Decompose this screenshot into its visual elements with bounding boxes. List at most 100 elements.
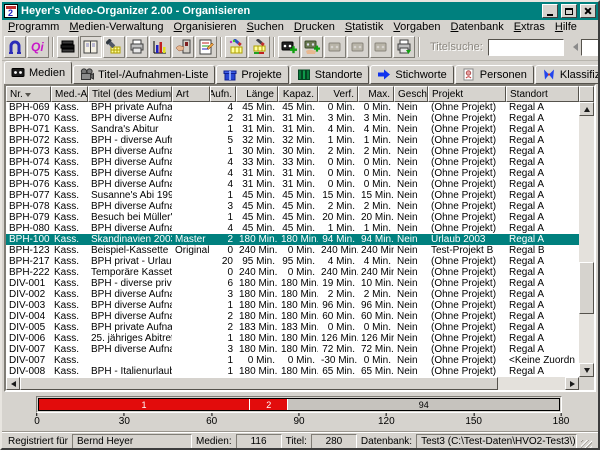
table-row-div-005[interactable]: DIV-005Kass.BPH private Aufnahme...2183 …	[6, 322, 579, 333]
new-medium-button[interactable]	[278, 36, 300, 58]
tab-stichworte[interactable]: Stichworte	[370, 65, 453, 84]
cell-gesch: Nein	[394, 179, 428, 190]
table-row-bph-222[interactable]: BPH-222Kass.Temporäre Kassette - ...0240…	[6, 267, 579, 278]
column-header-standort[interactable]: Standort	[506, 86, 579, 102]
menu-suchen[interactable]: Suchen	[242, 21, 289, 33]
table-row-div-007[interactable]: DIV-007Kass.BPH diverse Aufnahme...3180 …	[6, 344, 579, 355]
new-title-button[interactable]	[301, 36, 323, 58]
cell-nr: DIV-006	[6, 333, 51, 344]
table-row-bph-071[interactable]: BPH-071Kass.Sandra's Abitur131 Min.31 Mi…	[6, 124, 579, 135]
print-list-button[interactable]	[393, 36, 415, 58]
table-row-bph-100[interactable]: BPH-100Kass.Skandinavien 2003Master2180 …	[6, 234, 579, 245]
search-button[interactable]	[103, 36, 125, 58]
maximize-icon	[565, 8, 573, 15]
close-button[interactable]	[580, 4, 596, 18]
quick-info-button[interactable]: Qi	[27, 36, 49, 58]
media-management-button[interactable]	[57, 36, 79, 58]
resize-grip[interactable]	[581, 440, 592, 450]
column-header-projekt[interactable]: Projekt	[428, 86, 506, 102]
column-header-kapaz[interactable]: Kapaz.	[278, 86, 318, 102]
vertical-scroll-thumb[interactable]	[579, 262, 594, 314]
spinner-input[interactable]	[581, 39, 600, 56]
scroll-up-button[interactable]	[579, 102, 594, 116]
exit-program-button[interactable]	[4, 36, 26, 58]
vertical-scrollbar[interactable]	[579, 102, 594, 377]
minimize-button[interactable]	[542, 4, 558, 18]
tab-standorte[interactable]: Standorte	[290, 65, 370, 84]
cell-nr: BPH-072	[6, 135, 51, 146]
menu-medien-verwaltung[interactable]: Medien-Verwaltung	[64, 21, 168, 33]
table-row-bph-072[interactable]: BPH-072Kass.BPH - diverse Aufnahm...532 …	[6, 135, 579, 146]
column-header-aufn[interactable]: Aufn.	[210, 86, 236, 102]
cell-aufn: 3	[210, 344, 236, 355]
tab-klassifizierungen[interactable]: Klassifizierungen	[535, 65, 600, 84]
column-header-titel-des-mediums[interactable]: Titel (des Mediums)	[88, 86, 172, 102]
cell-med-art: Kass.	[51, 311, 88, 322]
scroll-right-button[interactable]	[565, 377, 579, 390]
column-header-länge[interactable]: Länge	[236, 86, 278, 102]
horizontal-scroll-thumb[interactable]	[20, 377, 498, 390]
table-row-bph-075[interactable]: BPH-075Kass.BPH diverse Aufnahme...431 M…	[6, 168, 579, 179]
table-row-bph-080[interactable]: BPH-080Kass.BPH diverse Aufnahme...445 M…	[6, 223, 579, 234]
table-row-bph-073[interactable]: BPH-073Kass.BPH diverse Aufnahme...130 M…	[6, 146, 579, 157]
spinner-left-icon[interactable]	[573, 43, 578, 51]
cell-aufn: 1	[210, 190, 236, 201]
cell-titel-des-mediums: BPH diverse Aufnahme...	[88, 168, 172, 179]
cell-nr: BPH-077	[6, 190, 51, 201]
cell-projekt: (Ohne Projekt)	[428, 256, 506, 267]
menu-statistik[interactable]: Statistik	[340, 21, 389, 33]
scroll-down-button[interactable]	[579, 363, 594, 377]
table-row-bph-123[interactable]: BPH-123Kass.Beispiel-KassetteOriginal024…	[6, 245, 579, 256]
tab-medien[interactable]: Medien	[4, 61, 72, 84]
table-row-bph-074[interactable]: BPH-074Kass.BPH diverse Aufnahme...433 M…	[6, 157, 579, 168]
column-header-max[interactable]: Max.	[358, 86, 394, 102]
menu-programm[interactable]: Programm	[3, 21, 64, 33]
cell-aufn: 1	[210, 366, 236, 377]
menu-hilfe[interactable]: Hilfe	[550, 21, 582, 33]
column-header-med-art[interactable]: Med.-Art	[51, 86, 88, 102]
table-row-bph-217[interactable]: BPH-217Kass.BPH privat - Urlaub Kro...20…	[6, 256, 579, 267]
cell-max: 96 Min.	[358, 300, 394, 311]
print-button[interactable]	[126, 36, 148, 58]
table-row-bph-070[interactable]: BPH-070Kass.BPH diverse Aufnahme...231 M…	[6, 113, 579, 124]
menu-organisieren[interactable]: Organisieren	[169, 21, 242, 33]
table-row-bph-078[interactable]: BPH-078Kass.BPH diverse Aufnahme...345 M…	[6, 201, 579, 212]
column-header-gesch[interactable]: Gesch...	[394, 86, 428, 102]
menu-drucken[interactable]: Drucken	[289, 21, 340, 33]
table-row-div-001[interactable]: DIV-001Kass.BPH - diverse private A...61…	[6, 278, 579, 289]
column-header-verf[interactable]: Verf.	[318, 86, 358, 102]
organize-button[interactable]	[80, 36, 102, 58]
table-row-div-008[interactable]: DIV-008Kass.BPH - Italienurlaub am ...11…	[6, 366, 579, 377]
table-row-div-003[interactable]: DIV-003Kass.BPH diverse Aufnahmen1180 Mi…	[6, 300, 579, 311]
table-row-div-006[interactable]: DIV-006Kass.25. jähriges Abitreffen i...…	[6, 333, 579, 344]
titelsuche-input[interactable]	[488, 39, 564, 56]
maximize-button[interactable]	[561, 4, 577, 18]
table-row-bph-076[interactable]: BPH-076Kass.BPH diverse Aufnahme...431 M…	[6, 179, 579, 190]
tab-personen[interactable]: Personen	[455, 65, 534, 84]
menu-vorgaben[interactable]: Vorgaben	[388, 21, 445, 33]
cell-art	[172, 124, 210, 135]
edit-medium-alt-button[interactable]	[248, 36, 270, 58]
horizontal-scrollbar[interactable]	[6, 377, 579, 390]
cell-verf: 240 Min.	[318, 245, 358, 256]
scroll-left-button[interactable]	[6, 377, 20, 390]
table-row-div-002[interactable]: DIV-002Kass.BPH diverse Aufnahme...3180 …	[6, 289, 579, 300]
cell-projekt: (Ohne Projekt)	[428, 366, 506, 377]
cell-projekt: (Ohne Projekt)	[428, 157, 506, 168]
menu-datenbank[interactable]: Datenbank	[445, 21, 508, 33]
edit-medium-button[interactable]	[225, 36, 247, 58]
tab-titel-aufnahmen-liste[interactable]: Titel-/Aufnahmen-Liste	[73, 65, 215, 84]
table-row-div-004[interactable]: DIV-004Kass.BPH diverse Aufnahme...2180 …	[6, 311, 579, 322]
menu-extras[interactable]: Extras	[509, 21, 550, 33]
tab-projekte[interactable]: Projekte	[216, 65, 288, 84]
table-row-bph-079[interactable]: BPH-079Kass.Besuch bei Müller's 1997145 …	[6, 212, 579, 223]
statistics-button[interactable]	[149, 36, 171, 58]
title-bar[interactable]: 2 Heyer's Video-Organizer 2.00 - Organis…	[2, 2, 598, 20]
table-row-div-007[interactable]: DIV-007Kass.10 Min.0 Min.-30 Min.0 Min.N…	[6, 355, 579, 366]
column-header-nr[interactable]: Nr.	[6, 86, 51, 102]
defaults-button[interactable]	[172, 36, 194, 58]
edit-defaults-button[interactable]	[195, 36, 217, 58]
table-row-bph-077[interactable]: BPH-077Kass.Susanne's Abi 1996145 Min.45…	[6, 190, 579, 201]
table-row-bph-069[interactable]: BPH-069Kass.BPH private Aufnahme...445 M…	[6, 102, 579, 113]
column-header-art[interactable]: Art	[172, 86, 210, 102]
